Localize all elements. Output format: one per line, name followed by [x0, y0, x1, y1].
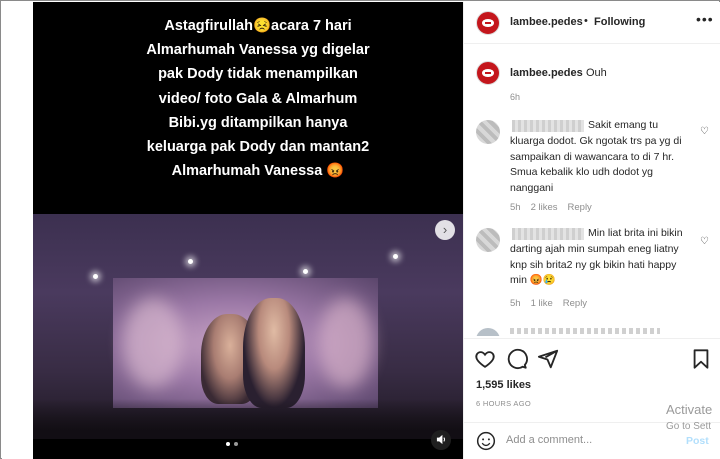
- event-photo: [33, 214, 463, 439]
- sound-toggle-button[interactable]: [431, 430, 451, 450]
- following-button[interactable]: Following: [594, 16, 645, 28]
- photo-person-man: [243, 298, 305, 408]
- comment-time: 5h: [510, 298, 521, 309]
- chevron-right-icon: ›: [442, 222, 448, 237]
- audience-silhouettes: [33, 399, 463, 439]
- post-timestamp: 6 HOURS AGO: [476, 399, 531, 408]
- author-avatar[interactable]: [476, 11, 500, 35]
- next-slide-button[interactable]: ›: [435, 220, 455, 240]
- partial-comment-text: [510, 328, 660, 334]
- blurred-face-right: [318, 298, 373, 388]
- speaker-icon: [436, 434, 445, 445]
- comment-input[interactable]: [506, 434, 666, 446]
- comment-meta: 5h 2 likes Reply: [510, 202, 592, 213]
- post-header: lambee.pedes • Following •••: [464, 2, 720, 44]
- caption-username[interactable]: lambee.pedes: [510, 67, 583, 79]
- bookmark-icon[interactable]: [690, 348, 712, 370]
- projection-screen: [113, 278, 378, 408]
- ceiling-light: [393, 254, 398, 259]
- comment-text: Sakit emang tu kluarga dodot. Gk ngotak …: [510, 119, 682, 195]
- reply-button[interactable]: Reply: [568, 202, 592, 213]
- comment-likes[interactable]: 1 like: [531, 298, 553, 309]
- reply-button[interactable]: Reply: [563, 298, 587, 309]
- post-media[interactable]: Astagfirullah😣acara 7 hari Almarhumah Va…: [33, 2, 463, 459]
- blurred-face-left: [123, 298, 183, 388]
- more-horizontal-icon[interactable]: •••: [696, 11, 714, 27]
- commenter-avatar[interactable]: [476, 228, 500, 252]
- post-sidebar: lambee.pedes • Following ••• lambee.pede…: [463, 2, 720, 459]
- left-margin: [2, 2, 33, 459]
- heart-icon[interactable]: ♡: [700, 236, 709, 247]
- heart-icon[interactable]: [474, 348, 496, 370]
- ceiling-light: [93, 274, 98, 279]
- share-icon[interactable]: [537, 348, 559, 370]
- caption-time: 6h: [510, 92, 521, 102]
- commenter-avatar[interactable]: [476, 120, 500, 144]
- comment-text: Min liat brita ini bikin darting ajah mi…: [510, 227, 683, 287]
- ceiling-light: [188, 259, 193, 264]
- comment-icon[interactable]: [506, 348, 528, 370]
- carousel-indicator: [226, 442, 238, 446]
- heart-icon[interactable]: ♡: [700, 126, 709, 137]
- header-separator: •: [584, 15, 588, 27]
- commenter-avatar: [476, 328, 500, 336]
- add-comment-bar: Post: [464, 422, 720, 459]
- post-comment-button[interactable]: Post: [686, 435, 709, 447]
- carousel-dot: [234, 442, 238, 446]
- comment-meta: 5h 1 like Reply: [510, 298, 587, 309]
- comment-likes[interactable]: 2 likes: [531, 202, 558, 213]
- author-username[interactable]: lambee.pedes: [510, 16, 583, 28]
- carousel-dot-active: [226, 442, 230, 446]
- emoji-icon[interactable]: [476, 431, 496, 451]
- ceiling-light: [303, 269, 308, 274]
- like-count[interactable]: 1,595 likes: [476, 379, 531, 391]
- post-actions: 1,595 likes 6 HOURS AGO: [464, 338, 720, 434]
- partial-comment: [476, 328, 676, 336]
- instagram-post-window: Astagfirullah😣acara 7 hari Almarhumah Va…: [0, 0, 720, 459]
- caption-text: Ouh: [586, 67, 607, 79]
- overlay-caption: Astagfirullah😣acara 7 hari Almarhumah Va…: [146, 18, 370, 180]
- comment-time: 5h: [510, 202, 521, 213]
- caption-author-avatar[interactable]: [476, 61, 500, 85]
